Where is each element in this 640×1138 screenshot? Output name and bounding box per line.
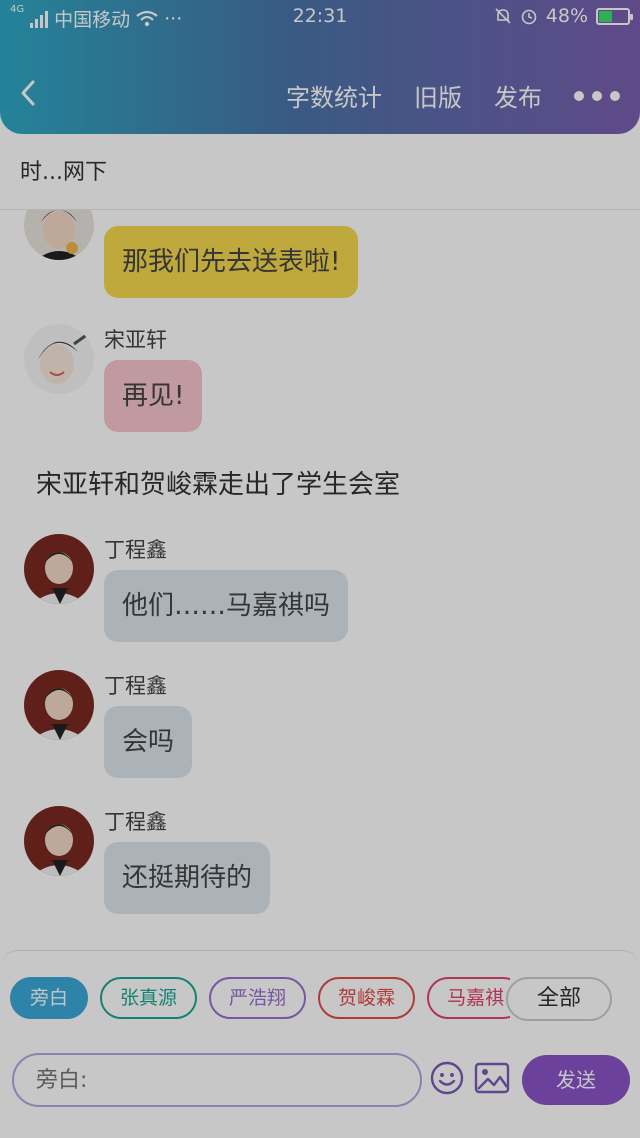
bell-muted-icon	[495, 8, 511, 24]
message-bubble[interactable]: 还挺期待的	[104, 842, 271, 914]
old-version-button[interactable]: 旧版	[414, 78, 462, 113]
character-chip-narrator[interactable]: 旁白	[10, 977, 89, 1019]
top-header: 4G 中国移动 ··· 22:31 48% 字数统计 旧版 发布	[0, 0, 640, 134]
nav-bar: 字数统计 旧版 发布	[0, 60, 640, 130]
speaker-name: 丁程鑫	[104, 674, 167, 698]
avatar[interactable]	[24, 210, 94, 260]
avatar[interactable]	[24, 806, 94, 876]
image-icon[interactable]	[474, 1061, 510, 1095]
message-bubble[interactable]: 他们……马嘉祺吗	[104, 570, 349, 642]
narration-text[interactable]: 宋亚轩和贺峻霖走出了学生会室	[36, 464, 400, 501]
speaker-name: 宋亚轩	[104, 328, 167, 352]
message-input[interactable]	[12, 1053, 422, 1107]
avatar[interactable]	[24, 324, 94, 394]
word-count-button[interactable]: 字数统计	[286, 78, 382, 113]
character-chip[interactable]: 贺峻霖	[318, 977, 416, 1019]
back-button[interactable]	[18, 78, 48, 114]
story-title: 时...网下	[0, 150, 640, 210]
chat-area[interactable]: 那我们先去送表啦! 宋亚轩 再见! 宋亚轩和贺峻霖走出了学生会室 丁程鑫 他们……	[0, 210, 640, 950]
publish-button[interactable]: 发布	[494, 78, 542, 113]
character-chip[interactable]: 严浩翔	[209, 977, 307, 1019]
chevron-left-icon	[21, 80, 35, 106]
all-characters-button[interactable]: 全部	[506, 977, 612, 1021]
message-bubble[interactable]: 会吗	[104, 706, 193, 778]
avatar[interactable]	[24, 534, 94, 604]
battery-percent: 48%	[545, 5, 588, 27]
message-bubble[interactable]: 那我们先去送表啦!	[104, 226, 359, 298]
speaker-name: 丁程鑫	[104, 538, 167, 562]
battery-icon	[596, 7, 633, 25]
three-dots-icon[interactable]	[574, 90, 620, 101]
character-chip[interactable]: 马嘉祺	[427, 977, 510, 1019]
character-selector[interactable]: 旁白 张真源 严浩翔 贺峻霖 马嘉祺	[10, 977, 510, 1021]
status-bar: 4G 中国移动 ··· 22:31 48%	[0, 0, 640, 34]
battery-fill	[599, 10, 613, 22]
composer-panel: 旁白张真源严浩翔贺峻霖马嘉祺 全部 发送	[0, 950, 640, 1138]
alarm-icon	[521, 9, 537, 25]
avatar[interactable]	[24, 670, 94, 740]
send-button[interactable]: 发送	[522, 1055, 630, 1105]
character-chip[interactable]: 张真源	[100, 977, 198, 1019]
speaker-name: 丁程鑫	[104, 810, 167, 834]
message-bubble[interactable]: 再见!	[104, 360, 203, 432]
smiley-icon[interactable]	[430, 1061, 464, 1095]
